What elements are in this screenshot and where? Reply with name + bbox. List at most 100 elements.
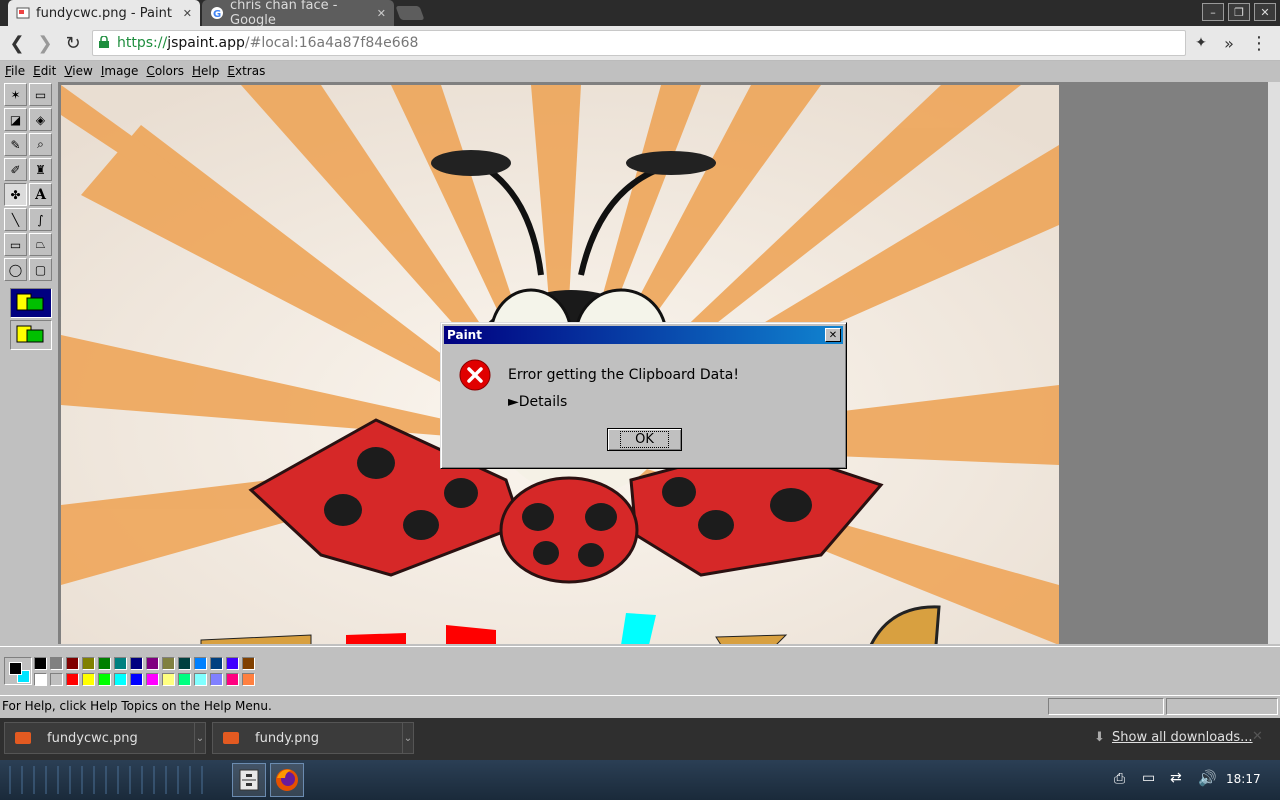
color-swatch[interactable]: [34, 673, 47, 686]
rectangle-tool[interactable]: ▭: [4, 233, 27, 256]
menu-colors[interactable]: Colors: [146, 64, 184, 78]
dialog-titlebar[interactable]: Paint ✕: [444, 326, 843, 344]
primary-color[interactable]: [9, 662, 22, 675]
ok-button[interactable]: OK: [607, 428, 682, 451]
color-swatch[interactable]: [242, 673, 255, 686]
reload-icon[interactable]: ↻: [62, 32, 84, 54]
color-swatch[interactable]: [146, 657, 159, 670]
color-swatch[interactable]: [82, 657, 95, 670]
show-all-downloads-link[interactable]: Show all downloads...: [1112, 730, 1253, 745]
color-swatch[interactable]: [50, 673, 63, 686]
brush-tool[interactable]: ♜: [29, 158, 52, 181]
file-manager-taskbar-button[interactable]: [232, 763, 266, 797]
network-icon[interactable]: ⇄: [1170, 770, 1182, 786]
paint-favicon-icon: [16, 6, 30, 20]
color-swatch[interactable]: [98, 673, 111, 686]
color-swatch[interactable]: [114, 673, 127, 686]
tab-close-icon[interactable]: ✕: [377, 7, 386, 20]
magnifier-tool[interactable]: ⌕: [29, 133, 52, 156]
extensions-icon[interactable]: ✦: [1190, 32, 1212, 54]
menu-file[interactable]: File: [5, 64, 25, 78]
color-box: [0, 646, 1280, 693]
color-swatch[interactable]: [130, 673, 143, 686]
address-bar[interactable]: https://jspaint.app/#local:16a4a87f84e66…: [92, 30, 1186, 56]
status-size-panel: [1166, 698, 1278, 715]
tab-paint[interactable]: fundycwc.png - Paint ✕: [8, 0, 200, 26]
menu-image[interactable]: Image: [101, 64, 139, 78]
color-swatch[interactable]: [242, 657, 255, 670]
chevron-down-icon[interactable]: ⌄: [194, 723, 205, 753]
status-coordinates-panel: [1048, 698, 1164, 715]
taskbar-clock[interactable]: 18:17: [1226, 772, 1261, 786]
color-swatch[interactable]: [226, 657, 239, 670]
menu-extras[interactable]: Extras: [227, 64, 265, 78]
airbrush-tool[interactable]: ✤: [4, 183, 27, 206]
error-dialog: Paint ✕ Error getting the Clipboard Data…: [440, 322, 847, 469]
pick-color-tool[interactable]: ✎: [4, 133, 27, 156]
download-item[interactable]: fundycwc.png ⌄: [4, 722, 206, 754]
status-bar: For Help, click Help Topics on the Help …: [0, 695, 1280, 718]
forward-icon[interactable]: ❯: [34, 32, 56, 54]
color-swatch[interactable]: [66, 657, 79, 670]
color-swatch[interactable]: [194, 657, 207, 670]
menu-edit[interactable]: Edit: [33, 64, 56, 78]
ok-button-label: OK: [620, 431, 669, 448]
paint-menubar: File Edit View Image Colors Help Extras: [0, 61, 1280, 81]
select-tool[interactable]: ▭: [29, 83, 52, 106]
firefox-taskbar-button[interactable]: [270, 763, 304, 797]
color-swatch[interactable]: [210, 673, 223, 686]
color-swatch[interactable]: [162, 657, 175, 670]
ellipse-tool[interactable]: ◯: [4, 258, 27, 281]
volume-icon[interactable]: 🔊: [1198, 769, 1217, 787]
browser-menu-icon[interactable]: ⋮: [1248, 32, 1270, 54]
color-swatch[interactable]: [146, 673, 159, 686]
color-swatch[interactable]: [130, 657, 143, 670]
eraser-tool[interactable]: ◪: [4, 108, 27, 131]
tab-close-icon[interactable]: ✕: [183, 7, 192, 20]
color-swatch[interactable]: [194, 673, 207, 686]
url-scheme: https://: [117, 35, 168, 51]
color-swatch[interactable]: [210, 657, 223, 670]
dialog-close-button[interactable]: ✕: [825, 328, 841, 342]
printer-icon[interactable]: ⎙: [1114, 771, 1125, 787]
tab-google[interactable]: G chris chan face - Google ✕: [202, 0, 394, 28]
color-swatch[interactable]: [98, 657, 111, 670]
color-swatch[interactable]: [178, 657, 191, 670]
new-tab-button[interactable]: [395, 6, 425, 20]
restore-button[interactable]: ❐: [1228, 3, 1250, 21]
curve-tool[interactable]: ∫: [29, 208, 52, 231]
free-form-select-tool[interactable]: ✶: [4, 83, 27, 106]
overflow-icon[interactable]: »: [1218, 32, 1240, 54]
chevron-down-icon[interactable]: ⌄: [402, 723, 413, 753]
fill-tool[interactable]: ◈: [29, 108, 52, 131]
display-icon[interactable]: ▭: [1142, 770, 1155, 786]
lock-icon: [99, 35, 109, 48]
pencil-tool[interactable]: ✐: [4, 158, 27, 181]
minimize-button[interactable]: –: [1202, 3, 1224, 21]
color-swatch[interactable]: [162, 673, 175, 686]
transparency-transparent-option[interactable]: [10, 320, 52, 350]
color-swatch[interactable]: [50, 657, 63, 670]
browser-toolbar: ❮ ❯ ↻ https://jspaint.app/#local:16a4a87…: [0, 26, 1280, 61]
polygon-tool[interactable]: ⏢: [29, 233, 52, 256]
text-tool[interactable]: A: [29, 183, 52, 206]
download-item[interactable]: fundy.png ⌄: [212, 722, 414, 754]
window-close-button[interactable]: ✕: [1254, 3, 1276, 21]
color-swatch[interactable]: [226, 673, 239, 686]
close-shelf-icon[interactable]: ✕: [1252, 729, 1263, 744]
color-swatch[interactable]: [114, 657, 127, 670]
color-swatch[interactable]: [82, 673, 95, 686]
current-colors[interactable]: [4, 657, 32, 685]
back-icon[interactable]: ❮: [6, 32, 28, 54]
download-filename: fundy.png: [255, 730, 320, 746]
menu-help[interactable]: Help: [192, 64, 219, 78]
rounded-rectangle-tool[interactable]: ▢: [29, 258, 52, 281]
color-swatch[interactable]: [66, 673, 79, 686]
vertical-scrollbar[interactable]: [1268, 82, 1280, 644]
transparency-opaque-option[interactable]: [10, 288, 52, 318]
menu-view[interactable]: View: [64, 64, 92, 78]
details-toggle[interactable]: ►Details: [508, 394, 567, 410]
line-tool[interactable]: ╲: [4, 208, 27, 231]
color-swatch[interactable]: [178, 673, 191, 686]
color-swatch[interactable]: [34, 657, 47, 670]
